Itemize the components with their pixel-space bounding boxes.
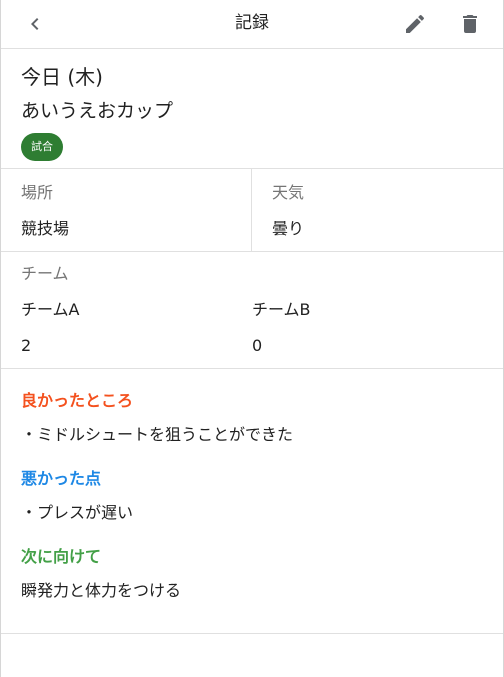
team-score-grid: チームA 2 チームB 0 bbox=[21, 298, 483, 358]
delete-button[interactable] bbox=[458, 12, 482, 36]
place-value: 競技場 bbox=[21, 219, 70, 238]
edit-button[interactable] bbox=[403, 12, 427, 36]
next-steps-heading: 次に向けて bbox=[21, 547, 102, 566]
place-weather-row: 場所 競技場 天気 曇り bbox=[1, 169, 503, 252]
team-a-name: チームA bbox=[21, 300, 80, 319]
record-date: 今日 (木) bbox=[21, 65, 103, 89]
next-steps-text: 瞬発力と体力をつける bbox=[21, 581, 182, 600]
weather-value: 曇り bbox=[272, 219, 305, 238]
weather-label: 天気 bbox=[272, 183, 305, 202]
weather-cell: 天気 曇り bbox=[252, 169, 503, 251]
pencil-icon bbox=[406, 14, 425, 34]
record-header: 今日 (木) あいうえおカップ 試合 bbox=[1, 49, 503, 169]
back-button[interactable] bbox=[23, 12, 47, 36]
team-a-column: チームA 2 bbox=[21, 298, 252, 358]
notes-section: 良かったところ ・ミドルシュートを狙うことができた 悪かった点 ・プレスが遅い … bbox=[1, 369, 503, 634]
app-bar: 記録 bbox=[1, 0, 503, 49]
team-b-name: チームB bbox=[252, 300, 311, 319]
record-detail-screen: 記録 今日 (木) あいうえおカップ 試合 場所 競技場 天気 曇り チーム チ… bbox=[0, 0, 504, 677]
team-b-score: 0 bbox=[252, 336, 263, 355]
bad-points-heading: 悪かった点 bbox=[21, 469, 102, 488]
good-points-heading: 良かったところ bbox=[21, 391, 134, 410]
event-name: あいうえおカップ bbox=[21, 100, 174, 122]
chevron-left-icon bbox=[31, 18, 39, 30]
record-type-badge: 試合 bbox=[21, 133, 63, 161]
place-cell: 場所 競技場 bbox=[1, 169, 252, 251]
place-label: 場所 bbox=[21, 183, 54, 202]
bad-points-text: ・プレスが遅い bbox=[21, 503, 134, 522]
team-b-column: チームB 0 bbox=[252, 298, 483, 358]
team-a-score: 2 bbox=[21, 336, 32, 355]
good-points-text: ・ミドルシュートを狙うことができた bbox=[21, 425, 294, 444]
trash-icon bbox=[463, 15, 477, 33]
team-label: チーム bbox=[21, 264, 69, 283]
team-section: チーム チームA 2 チームB 0 bbox=[1, 252, 503, 369]
page-title: 記録 bbox=[235, 13, 269, 33]
